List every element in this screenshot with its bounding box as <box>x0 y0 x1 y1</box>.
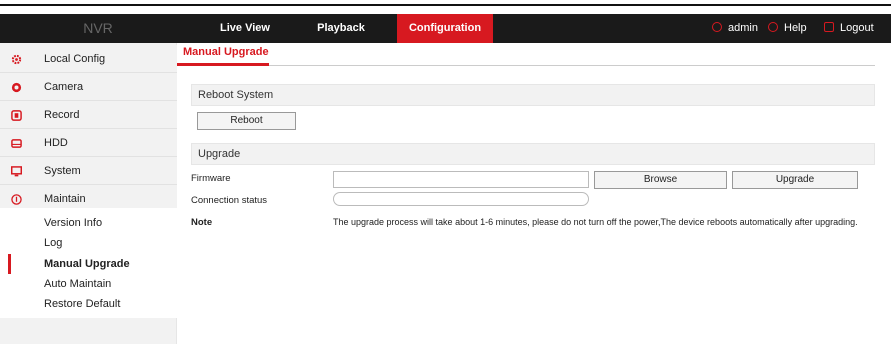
tab-divider <box>177 65 875 66</box>
sidebar-item-record[interactable]: Record <box>0 101 177 129</box>
brand-logo: NVR <box>83 20 113 36</box>
firmware-label: Firmware <box>191 173 231 184</box>
sidebar-subitem-restore-default[interactable]: Restore Default <box>0 294 177 314</box>
sidebar-item-label: Local Config <box>44 53 106 65</box>
top-border <box>0 0 891 6</box>
reboot-button[interactable]: Reboot <box>197 112 296 130</box>
tab-active-underline <box>177 63 269 66</box>
gear-icon <box>11 54 22 65</box>
sidebar-item-camera[interactable]: Camera <box>0 73 177 101</box>
sidebar-item-hdd[interactable]: HDD <box>0 129 177 157</box>
sidebar-subitem-label: Manual Upgrade <box>44 258 130 270</box>
sidebar: Local Config Camera Record HDD System Ma… <box>0 43 177 344</box>
nav-playback[interactable]: Playback <box>296 14 386 43</box>
sidebar-item-label: HDD <box>44 137 68 149</box>
browse-button[interactable]: Browse <box>594 171 727 189</box>
sidebar-item-label: Record <box>44 109 80 121</box>
sidebar-subitem-label: Log <box>44 237 63 249</box>
camera-icon <box>11 82 22 93</box>
help-label: Help <box>784 22 807 34</box>
help-icon <box>768 22 778 32</box>
monitor-icon <box>11 166 22 177</box>
sidebar-item-system[interactable]: System <box>0 157 177 185</box>
upgrade-note-text: The upgrade process will take about 1-6 … <box>333 217 858 227</box>
sidebar-item-local-config[interactable]: Local Config <box>0 45 177 73</box>
user-name: admin <box>728 22 758 34</box>
nav-live-view[interactable]: Live View <box>196 14 294 43</box>
logout-label: Logout <box>840 22 874 34</box>
record-icon <box>11 110 22 121</box>
sidebar-subitem-log[interactable]: Log <box>0 233 177 253</box>
hdd-icon <box>11 139 22 148</box>
nav-configuration[interactable]: Configuration <box>397 14 493 43</box>
main-content: Manual Upgrade Reboot System Reboot Upgr… <box>177 43 891 344</box>
sidebar-subitem-label: Version Info <box>44 217 103 229</box>
top-nav-bar: NVR Live View Playback Configuration adm… <box>0 14 891 43</box>
section-header-upgrade: Upgrade <box>191 143 875 165</box>
upgrade-button[interactable]: Upgrade <box>732 171 858 189</box>
logout-link[interactable]: Logout <box>824 14 874 43</box>
help-link[interactable]: Help <box>768 14 807 43</box>
sidebar-subitem-version-info[interactable]: Version Info <box>0 213 177 233</box>
firmware-path-input[interactable] <box>333 171 589 188</box>
tab-manual-upgrade[interactable]: Manual Upgrade <box>183 46 269 58</box>
sidebar-item-label: Camera <box>44 81 84 93</box>
note-label: Note <box>191 217 213 228</box>
user-icon <box>712 22 722 32</box>
sidebar-subitem-manual-upgrade[interactable]: Manual Upgrade <box>0 254 177 274</box>
logout-icon <box>824 22 834 32</box>
sidebar-item-label: System <box>44 165 81 177</box>
connection-progress-bar <box>333 192 589 206</box>
connection-status-label: Connection status <box>191 195 268 206</box>
info-icon <box>11 194 22 205</box>
sidebar-subitem-label: Restore Default <box>44 298 121 310</box>
user-menu[interactable]: admin <box>712 14 758 43</box>
sidebar-subitem-auto-maintain[interactable]: Auto Maintain <box>0 274 177 294</box>
section-header-reboot: Reboot System <box>191 84 875 106</box>
sidebar-subitem-label: Auto Maintain <box>44 278 112 290</box>
